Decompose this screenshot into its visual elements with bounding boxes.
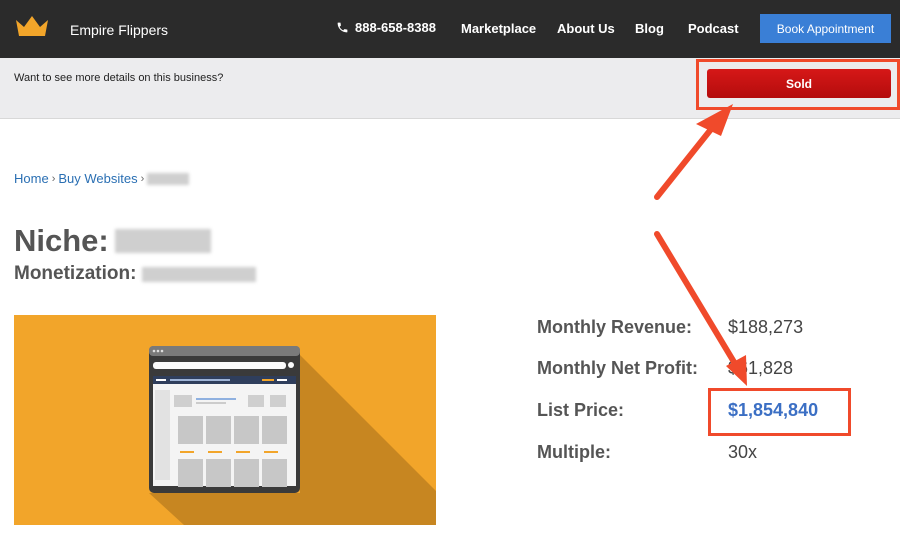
phone-icon [337, 22, 348, 33]
website-illustration [149, 346, 436, 525]
monetization-label: Monetization: [14, 263, 137, 284]
niche-label: Niche: [14, 223, 109, 258]
phone-number: 888-658-8388 [355, 20, 436, 35]
annotation-box-sold [696, 59, 900, 110]
monthly-revenue-value: $188,273 [728, 317, 804, 337]
annotation-box-price [708, 388, 851, 436]
monthly-revenue-label: Monthly Revenue: [537, 317, 693, 337]
breadcrumb-redacted [147, 172, 190, 185]
phone-link[interactable]: 888-658-8388 [336, 20, 436, 35]
monthly-net-profit-value: $61,828 [728, 358, 794, 378]
nav-blog[interactable]: Blog [635, 21, 664, 36]
details-prompt: Want to see more details on this busines… [14, 72, 224, 84]
list-price-label: List Price: [537, 400, 625, 420]
multiple-value: 30x [728, 442, 758, 462]
top-nav: Empire Flippers 888-658-8388 Marketplace… [0, 0, 900, 58]
listing-hero-image [14, 315, 436, 525]
multiple-label: Multiple: [537, 442, 611, 462]
nav-about-us[interactable]: About Us [557, 21, 615, 36]
breadcrumb-home[interactable]: Home [14, 171, 49, 186]
monetization-redacted [142, 266, 257, 282]
nav-podcast[interactable]: Podcast [688, 21, 739, 36]
breadcrumb-buy-websites[interactable]: Buy Websites [58, 171, 137, 186]
book-appointment-button[interactable]: Book Appointment [760, 14, 891, 43]
niche-heading: Niche: [14, 223, 211, 259]
breadcrumb: Home › Buy Websites › [14, 171, 190, 186]
monthly-net-profit-label: Monthly Net Profit: [537, 358, 698, 378]
crown-logo-icon[interactable] [14, 14, 50, 38]
breadcrumb-separator: › [51, 172, 56, 185]
niche-redacted [114, 229, 211, 253]
monetization-heading: Monetization: [14, 263, 257, 285]
brand-name[interactable]: Empire Flippers [70, 22, 168, 38]
nav-marketplace[interactable]: Marketplace [461, 21, 536, 36]
breadcrumb-separator: › [140, 172, 145, 185]
